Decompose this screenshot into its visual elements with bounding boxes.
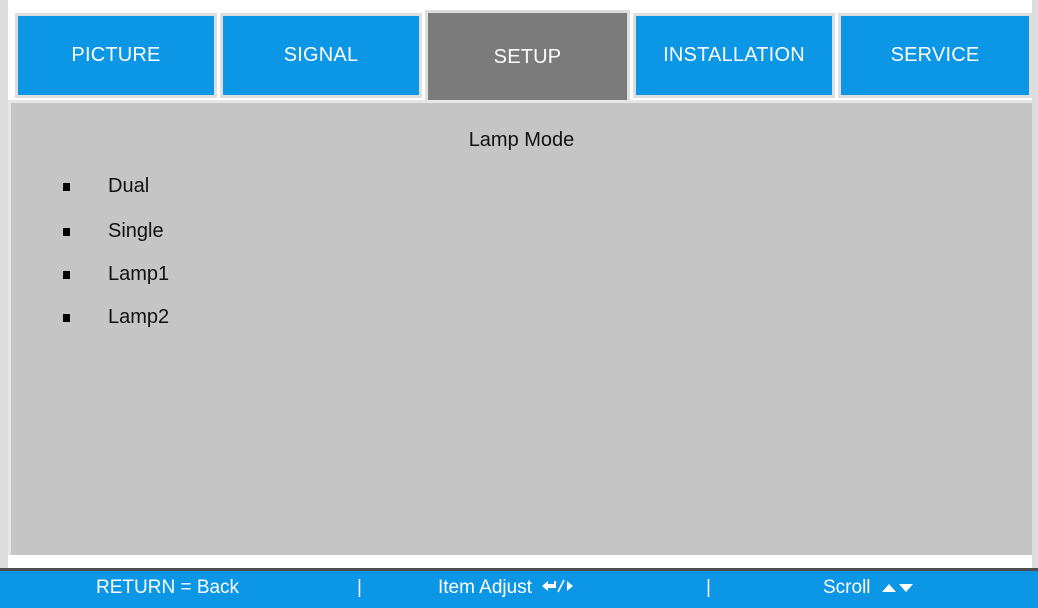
bullet-icon bbox=[63, 182, 70, 191]
osd-menu: PICTURE SIGNAL SETUP INSTALLATION SERVIC… bbox=[0, 0, 1038, 608]
menu-left-edge bbox=[0, 0, 8, 568]
bullet-icon bbox=[63, 270, 70, 279]
option-label: Lamp1 bbox=[108, 263, 170, 285]
scroll-label: Scroll bbox=[823, 577, 871, 598]
scroll-hint: Scroll bbox=[823, 577, 915, 599]
tab-service-label: SERVICE bbox=[890, 44, 980, 66]
tab-installation[interactable]: INSTALLATION bbox=[633, 13, 835, 98]
bullet-icon bbox=[63, 313, 70, 322]
separator-2: | bbox=[706, 577, 711, 598]
content-panel: Lamp Mode Dual Single Lamp1 Lamp2 bbox=[8, 100, 1032, 555]
panel-title: Lamp Mode bbox=[468, 129, 575, 151]
up-down-arrows-icon bbox=[881, 582, 915, 594]
tab-picture[interactable]: PICTURE bbox=[15, 13, 217, 98]
item-adjust-hint: Item Adjust bbox=[438, 577, 574, 599]
return-hint-label: RETURN = Back bbox=[96, 577, 240, 598]
menu-right-edge bbox=[1032, 0, 1038, 568]
item-adjust-label: Item Adjust bbox=[438, 577, 532, 598]
return-hint: RETURN = Back bbox=[96, 577, 239, 599]
option-label: Dual bbox=[108, 175, 150, 197]
tab-installation-label: INSTALLATION bbox=[663, 44, 805, 66]
tab-service[interactable]: SERVICE bbox=[838, 13, 1032, 98]
footer-help-bar: RETURN = Back | Item Adjust | Scroll bbox=[0, 568, 1038, 608]
option-single[interactable]: Single bbox=[63, 220, 164, 243]
separator-1: | bbox=[357, 577, 362, 598]
option-lamp1[interactable]: Lamp1 bbox=[63, 263, 169, 286]
option-dual[interactable]: Dual bbox=[63, 175, 149, 198]
option-lamp2[interactable]: Lamp2 bbox=[63, 306, 169, 329]
tab-setup-label: SETUP bbox=[493, 46, 562, 68]
enter-right-icon bbox=[540, 577, 574, 599]
option-label: Lamp2 bbox=[108, 306, 170, 328]
option-label: Single bbox=[108, 220, 164, 242]
tab-signal[interactable]: SIGNAL bbox=[220, 13, 422, 98]
tab-picture-label: PICTURE bbox=[71, 44, 161, 66]
tab-bar: PICTURE SIGNAL SETUP INSTALLATION SERVIC… bbox=[15, 10, 1032, 102]
tab-setup[interactable]: SETUP bbox=[425, 10, 630, 102]
bullet-icon bbox=[63, 227, 70, 236]
tab-signal-label: SIGNAL bbox=[283, 44, 359, 66]
